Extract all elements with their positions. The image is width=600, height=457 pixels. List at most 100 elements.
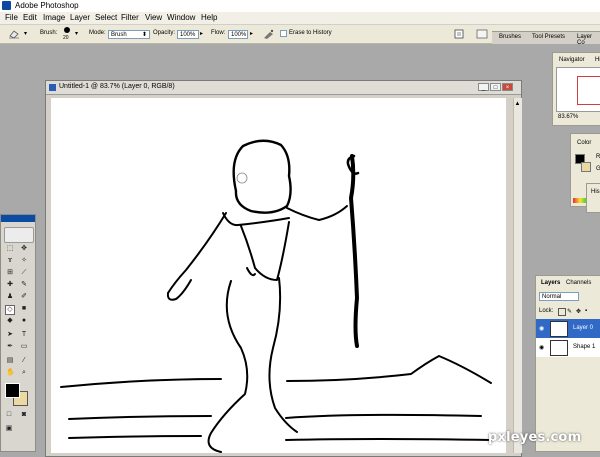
opacity-label: Opacity: [153, 30, 176, 36]
history-panel: His [586, 183, 600, 213]
brush-picker-caret-icon[interactable]: ▾ [75, 30, 78, 37]
type-tool-icon[interactable]: T [20, 331, 28, 339]
chevron-down-icon: ⬍ [141, 32, 147, 38]
path-selection-tool-icon[interactable]: ➤ [6, 331, 14, 339]
gradient-tool-icon[interactable]: ■ [20, 305, 28, 313]
tab-history[interactable]: His [591, 189, 600, 195]
navigator-view-box[interactable] [577, 76, 600, 105]
quick-mask-on-icon[interactable]: ◙ [20, 411, 28, 419]
menu-file[interactable]: File [5, 13, 18, 22]
layer-name: Shape 1 [573, 344, 596, 350]
palette-well-icon[interactable] [476, 28, 488, 40]
layers-panel: Layers Channels Normal Lock: ✎ ✥ ▪ ◉ Lay… [535, 275, 600, 452]
lock-transparency-icon[interactable] [558, 308, 566, 316]
document-title-bar[interactable]: Untitled-1 @ 83.7% (Layer 0, RGB/8) _ □ … [46, 81, 521, 95]
lock-move-icon[interactable]: ✥ [576, 308, 581, 315]
lock-all-icon[interactable]: ▪ [585, 308, 587, 314]
app-title: Adobe Photoshop [15, 1, 79, 10]
tab-color[interactable]: Color [577, 140, 591, 146]
color-channel-r: R [596, 154, 600, 160]
lock-label: Lock: [539, 308, 554, 314]
tab-channels[interactable]: Channels [566, 280, 591, 286]
navigator-zoom[interactable]: 83.67% [558, 114, 578, 120]
layer-thumbnail [550, 321, 568, 337]
menu-layer[interactable]: Layer [70, 13, 90, 22]
layer-row-shape-1[interactable]: ◉ Shape 1 [536, 338, 600, 357]
mode-select[interactable]: Brush ⬍ [108, 30, 150, 39]
menu-select[interactable]: Select [95, 13, 117, 22]
tab-brushes[interactable]: Brushes [499, 34, 521, 40]
lock-brush-icon[interactable]: ✎ [567, 308, 572, 315]
navigator-thumbnail[interactable] [556, 67, 600, 112]
menu-image[interactable]: Image [43, 13, 65, 22]
brush-tip-preview-icon[interactable] [64, 27, 70, 33]
marquee-tool-icon[interactable]: ⬚ [6, 245, 14, 253]
airbrush-icon[interactable] [262, 28, 276, 40]
toolbox-header[interactable] [1, 215, 35, 222]
watermark: pxleyes.com [488, 430, 582, 445]
blend-mode-select[interactable]: Normal [539, 292, 579, 301]
menu-window[interactable]: Window [167, 13, 195, 22]
scroll-up-arrow-icon[interactable]: ▲ [514, 101, 521, 108]
healing-brush-tool-icon[interactable]: ✚ [6, 281, 14, 289]
tab-layers[interactable]: Layers [541, 280, 560, 286]
palette-well: Brushes Tool Presets Layer Co [492, 31, 600, 46]
layer-thumbnail [550, 340, 568, 356]
foreground-color-swatch[interactable] [5, 383, 20, 398]
flow-input[interactable]: 100% [228, 30, 248, 39]
close-button[interactable]: × [502, 83, 513, 91]
eraser-tool-button[interactable]: ◇ [5, 305, 15, 315]
visibility-eye-icon[interactable]: ◉ [539, 325, 544, 332]
tab-tool-presets[interactable]: Tool Presets [532, 34, 565, 40]
notes-tool-icon[interactable]: ▤ [6, 357, 14, 365]
brush-tool-icon[interactable]: ✎ [20, 281, 28, 289]
zoom-tool-icon[interactable]: ⌕ [20, 369, 28, 377]
brush-size: 20 [63, 35, 69, 41]
flow-slider-caret-icon[interactable]: ▸ [250, 30, 253, 37]
blur-tool-icon[interactable]: ◆ [6, 317, 14, 325]
crop-tool-icon[interactable]: ⊞ [6, 269, 14, 277]
document-ps-icon [49, 84, 56, 91]
menu-edit[interactable]: Edit [23, 13, 37, 22]
mode-value: Brush [111, 32, 127, 38]
flow-value: 100% [231, 32, 247, 38]
erase-history-checkbox[interactable] [280, 30, 287, 37]
menu-help[interactable]: Help [201, 13, 217, 22]
menu-filter[interactable]: Filter [121, 13, 139, 22]
color-background-swatch[interactable] [581, 162, 591, 172]
clone-stamp-tool-icon[interactable]: ♟ [6, 293, 14, 301]
opacity-input[interactable]: 100% [177, 30, 199, 39]
lasso-tool-icon[interactable]: ɤ [6, 257, 14, 265]
feather-logo-icon[interactable] [4, 227, 34, 243]
toolbox: ⬚ ✥ ɤ ✧ ⊞ ⟋ ✚ ✎ ♟ ✐ ◇ ■ ◆ ● ➤ T ✒ ▭ ▤ ⁄ … [0, 214, 36, 452]
tab-layer-comps[interactable]: Layer Co [577, 34, 600, 46]
erase-history-label: Erase to History [289, 30, 332, 36]
shape-tool-icon[interactable]: ▭ [20, 343, 28, 351]
menu-view[interactable]: View [145, 13, 162, 22]
minimize-button[interactable]: _ [478, 83, 489, 91]
opacity-slider-caret-icon[interactable]: ▸ [200, 30, 203, 37]
history-brush-tool-icon[interactable]: ✐ [20, 293, 28, 301]
tab-histogram[interactable]: Hi [595, 57, 600, 63]
hand-tool-icon[interactable]: ✋ [6, 369, 15, 377]
screen-mode-icon[interactable]: ▣ [5, 425, 13, 433]
tool-preset-caret-icon[interactable]: ▾ [24, 30, 27, 37]
palette-document-icon[interactable] [454, 29, 464, 39]
move-tool-icon[interactable]: ✥ [20, 245, 28, 253]
tab-navigator[interactable]: Navigator [559, 57, 585, 63]
layer-row-layer-0[interactable]: ◉ Layer 0 [536, 319, 600, 338]
eyedropper-tool-icon[interactable]: ⁄ [20, 357, 28, 365]
vertical-scrollbar[interactable]: ▲ [513, 98, 522, 453]
dodge-tool-icon[interactable]: ● [20, 317, 28, 325]
magic-wand-tool-icon[interactable]: ✧ [20, 257, 28, 265]
visibility-eye-icon[interactable]: ◉ [539, 344, 544, 351]
quick-mask-off-icon[interactable]: □ [5, 411, 13, 419]
document-canvas[interactable] [51, 98, 506, 453]
slice-tool-icon[interactable]: ⟋ [20, 269, 28, 277]
maximize-button[interactable]: □ [490, 83, 501, 91]
pen-tool-icon[interactable]: ✒ [6, 343, 14, 351]
flow-label: Flow: [211, 30, 226, 36]
mode-label: Mode: [89, 30, 106, 36]
document-window: Untitled-1 @ 83.7% (Layer 0, RGB/8) _ □ … [45, 80, 522, 457]
eraser-tool-icon[interactable] [8, 29, 20, 39]
